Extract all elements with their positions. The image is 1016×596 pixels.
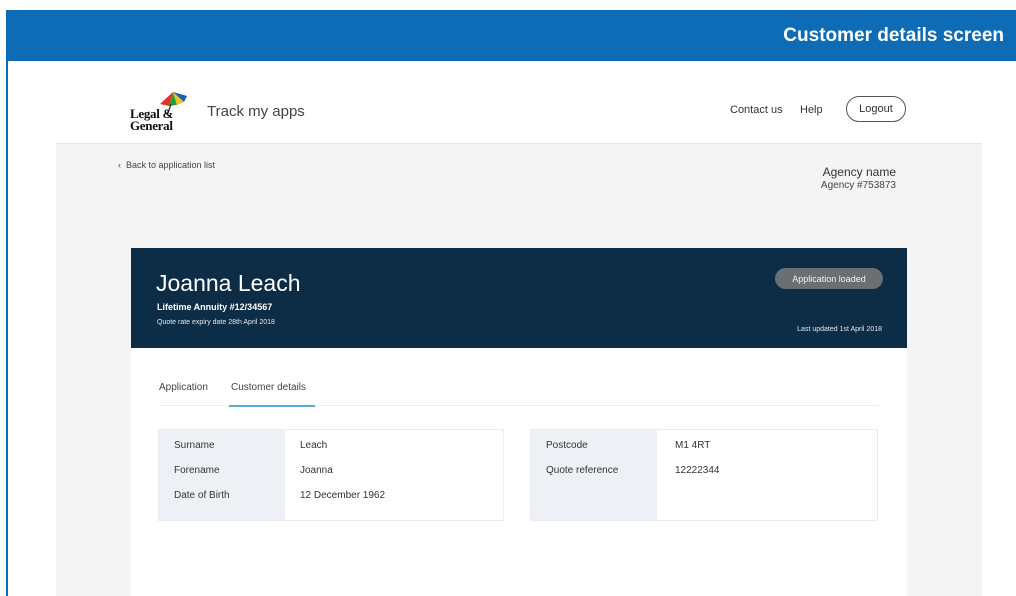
date-of-birth-label: Date of Birth [174,490,230,501]
forename-label: Forename [174,465,220,476]
caption-bar: Customer details screen [6,10,1016,61]
legal-general-logo[interactable]: Legal & General [130,90,190,134]
help-link[interactable]: Help [800,104,823,116]
agency-number: Agency #753873 [820,180,896,191]
caption-title: Customer details screen [783,25,1004,46]
quote-expiry-date: Quote rate expiry date 28th April 2018 [157,319,275,326]
app-title: Track my apps [207,103,305,120]
postcode-value: M1 4RT [675,440,711,451]
back-to-list-link[interactable]: ‹ Back to application list [118,160,215,170]
status-badge: Application loaded [775,268,883,289]
postcode-label: Postcode [546,440,588,451]
date-of-birth-value: 12 December 1962 [300,490,386,501]
agency-name: Agency name [822,165,896,179]
active-tab-indicator [229,405,315,407]
quote-reference-value: 12222344 [675,465,720,476]
back-link-label: Back to application list [126,160,216,170]
tab-application[interactable]: Application [159,382,208,406]
customer-name: Joanna Leach [156,270,301,296]
logout-button[interactable]: Logout [846,96,906,122]
tab-customer-details[interactable]: Customer details [231,382,306,406]
customer-header-banner: Joanna Leach Lifetime Annuity #12/34567 … [131,248,907,348]
logo-line-2: General [130,118,173,133]
frame-border [6,61,8,596]
personal-details-panel: Surname Leach Forename Joanna Date of Bi… [158,429,504,521]
contact-us-link[interactable]: Contact us [730,104,783,116]
frame: Customer details screen Legal & General … [0,0,1016,596]
details-card: Application Customer details Surname Lea… [131,348,907,596]
app-screen: Legal & General Track my apps Contact us… [56,78,982,596]
top-navigation-bar: Legal & General Track my apps Contact us… [56,78,982,144]
quote-reference-label: Quote reference [546,465,619,476]
last-updated-date: Last updated 1st April 2018 [797,326,882,333]
forename-value: Joanna [300,465,333,476]
quote-details-panel: Postcode M1 4RT Quote reference 12222344 [530,429,878,521]
surname-label: Surname [174,440,215,451]
surname-value: Leach [300,440,328,451]
tab-bar: Application Customer details [159,382,879,407]
logo-wordmark: Legal & General [130,107,173,133]
chevron-left-icon: ‹ [118,160,121,170]
product-reference: Lifetime Annuity #12/34567 [157,302,273,312]
